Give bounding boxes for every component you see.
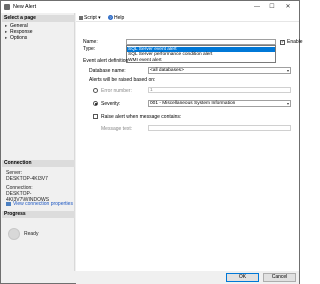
button-bar: OK Cancel xyxy=(76,271,299,284)
toolbar: Script ▾ ? Help xyxy=(76,13,299,22)
error-number-radio[interactable] xyxy=(93,88,98,93)
script-icon xyxy=(79,15,83,20)
progress-status: Ready xyxy=(24,231,39,237)
maximize-button[interactable]: ☐ xyxy=(266,2,278,12)
name-label: Name: xyxy=(83,39,98,45)
chevron-down-icon: ▾ xyxy=(286,68,289,73)
help-button[interactable]: ? Help xyxy=(108,15,124,21)
connection-properties-icon xyxy=(6,201,11,206)
enable-checkbox[interactable] xyxy=(280,39,285,45)
message-text-input[interactable] xyxy=(148,125,291,131)
message-text-label: Message text: xyxy=(101,126,133,132)
right-pane: Script ▾ ?Help Name: Enable Type: SQL Se… xyxy=(76,13,303,271)
raise-alert-checkbox[interactable] xyxy=(93,114,98,119)
chevron-down-icon: ▾ xyxy=(98,15,101,21)
window-title: New Alert xyxy=(13,4,37,10)
server-value: DESKTOP-4KI3V7 xyxy=(6,176,48,182)
connection-header: Connection xyxy=(2,160,75,167)
view-connection-properties[interactable]: View connection properties xyxy=(6,201,73,207)
type-dropdown-list[interactable]: SQL Server event alert SQL Server perfor… xyxy=(126,45,276,63)
app-icon xyxy=(4,4,10,10)
severity-select[interactable]: 001 - Miscellaneous System Information ▾ xyxy=(148,100,291,107)
database-name-label: Database name: xyxy=(89,68,126,74)
chevron-down-icon: ▾ xyxy=(286,101,289,106)
close-button[interactable]: ✕ xyxy=(282,2,294,12)
cancel-button[interactable]: Cancel xyxy=(263,273,296,282)
page-options[interactable]: ▸ Options xyxy=(5,35,27,41)
help-icon: ? xyxy=(108,15,113,21)
ok-button[interactable]: OK xyxy=(226,273,259,282)
severity-radio[interactable] xyxy=(93,101,98,106)
database-name-select[interactable]: <all databases> ▾ xyxy=(148,67,291,74)
progress-spinner-icon xyxy=(8,228,20,240)
title-bar: New Alert — ☐ ✕ xyxy=(1,1,299,13)
raise-alert-label: Raise alert when message contains: xyxy=(101,113,182,120)
new-alert-window: New Alert — ☐ ✕ Select a page ▸ General ▸… xyxy=(0,0,303,284)
event-alert-definition-label: Event alert definition xyxy=(83,58,129,64)
type-label: Type: xyxy=(83,46,96,52)
script-button[interactable]: Script ▾ xyxy=(79,15,101,21)
progress-header: Progress xyxy=(2,211,75,218)
error-number-label: Error number: xyxy=(101,87,132,94)
severity-label: Severity: xyxy=(101,100,121,107)
left-pane: Select a page ▸ General ▸ Response ▸ Option… xyxy=(2,13,75,271)
type-option-wmi[interactable]: WMI event alert xyxy=(127,58,275,64)
enable-label: Enable xyxy=(287,39,303,45)
select-page-header: Select a page xyxy=(2,15,75,22)
raised-based-on-label: Alerts will be raised based on: xyxy=(89,77,156,83)
minimize-button[interactable]: — xyxy=(251,2,263,12)
error-number-input[interactable]: 1 xyxy=(148,87,291,93)
